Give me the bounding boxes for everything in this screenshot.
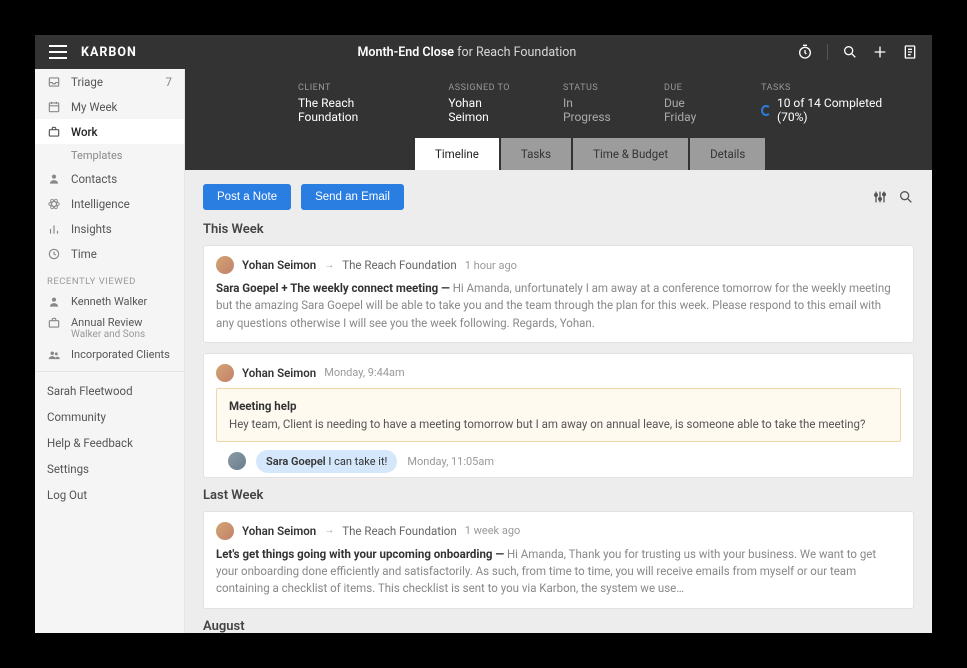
avatar [216,256,234,274]
sidebar-item-contacts[interactable]: Contacts [35,166,184,191]
info-status: STATUS In Progress [563,83,614,124]
briefcase-icon [47,125,61,139]
sidebar-user[interactable]: Sarah Fleetwood [35,378,184,404]
reply-chip[interactable]: Sara Goepel I can take it! [256,450,397,473]
sidebar-item-label: Contacts [71,172,117,186]
sidebar-item-work[interactable]: Work [35,119,184,144]
sidebar-settings[interactable]: Settings [35,456,184,482]
work-info-bar: CLIENT The Reach Foundation ASSIGNED TO … [185,69,932,170]
sidebar-item-triage[interactable]: Triage 7 [35,69,184,94]
person-icon [47,295,61,309]
sidebar-logout[interactable]: Log Out [35,482,184,508]
sidebar-item-intelligence[interactable]: Intelligence [35,191,184,216]
timer-icon[interactable] [797,44,813,60]
timeline-email-card[interactable]: Yohan Seimon → The Reach Foundation 1 we… [203,511,914,609]
info-tasks: TASKS 10 of 14 Completed (70%) [761,83,892,124]
tab-tasks[interactable]: Tasks [501,138,571,170]
group-august: August [203,619,914,634]
brand-logo: KARBON [81,45,137,60]
filter-icon[interactable] [872,189,888,205]
send-email-button[interactable]: Send an Email [301,184,404,210]
note-reply: Sara Goepel I can take it! Monday, 11:05… [216,442,901,477]
bars-icon [47,222,61,236]
tab-time-budget[interactable]: Time & Budget [573,138,688,170]
tabs: Timeline Tasks Time & Budget Details [185,138,932,170]
info-assigned: ASSIGNED TO Yohan Seimon [448,83,513,124]
info-client: CLIENT The Reach Foundation [298,83,398,124]
plus-icon[interactable] [872,44,888,60]
person-icon [47,172,61,186]
sidebar-item-label: Work [71,125,98,139]
tab-timeline[interactable]: Timeline [415,138,499,170]
info-due: DUE Due Friday [664,83,711,124]
recent-item-contact[interactable]: Kenneth Walker [35,291,184,312]
sidebar-item-label: Triage [71,75,103,89]
tab-details[interactable]: Details [690,138,765,170]
recently-viewed-label: RECENTLY VIEWED [35,266,184,291]
group-icon [47,348,61,362]
sidebar-help[interactable]: Help & Feedback [35,430,184,456]
avatar [216,522,234,540]
atom-icon [47,197,61,211]
sidebar-item-label: Insights [71,222,112,236]
timeline-note-card[interactable]: Yohan Seimon Monday, 9:44am Meeting help… [203,353,914,478]
sidebar-item-label: Time [71,247,97,261]
search-icon[interactable] [898,189,914,205]
topbar: KARBON Month-End Close for Reach Foundat… [35,35,932,69]
briefcase-icon [47,316,61,330]
sidebar-item-myweek[interactable]: My Week [35,94,184,119]
avatar [216,364,234,382]
avatar [228,452,246,470]
group-last-week: Last Week [203,488,914,503]
divider [827,44,828,60]
page-title: Month-End Close for Reach Foundation [137,45,797,60]
recent-item-group[interactable]: Incorporated Clients [35,344,184,365]
menu-icon[interactable] [49,45,67,59]
sidebar-item-time[interactable]: Time [35,241,184,266]
sidebar-item-label: My Week [71,100,117,114]
progress-icon [761,105,771,116]
document-icon[interactable] [902,44,918,60]
triage-badge: 7 [166,75,172,89]
group-this-week: This Week [203,222,914,237]
recent-item-work[interactable]: Annual Review Walker and Sons [35,312,184,344]
sidebar-item-insights[interactable]: Insights [35,216,184,241]
arrow-right-icon: → [324,260,334,271]
timeline-content: Post a Note Send an Email This Week Yoha… [185,170,932,633]
clock-icon [47,247,61,261]
sidebar-community[interactable]: Community [35,404,184,430]
note-box: Meeting help Hey team, Client is needing… [216,388,901,442]
timeline-email-card[interactable]: Yohan Seimon → The Reach Foundation 1 ho… [203,245,914,343]
calendar-icon [47,100,61,114]
post-note-button[interactable]: Post a Note [203,184,291,210]
sidebar-item-label: Intelligence [71,197,130,211]
sidebar-item-templates[interactable]: Templates [35,144,184,166]
sidebar: Triage 7 My Week Work Templates Contacts… [35,69,185,633]
arrow-right-icon: → [324,525,334,536]
inbox-icon [47,75,61,89]
search-icon[interactable] [842,44,858,60]
